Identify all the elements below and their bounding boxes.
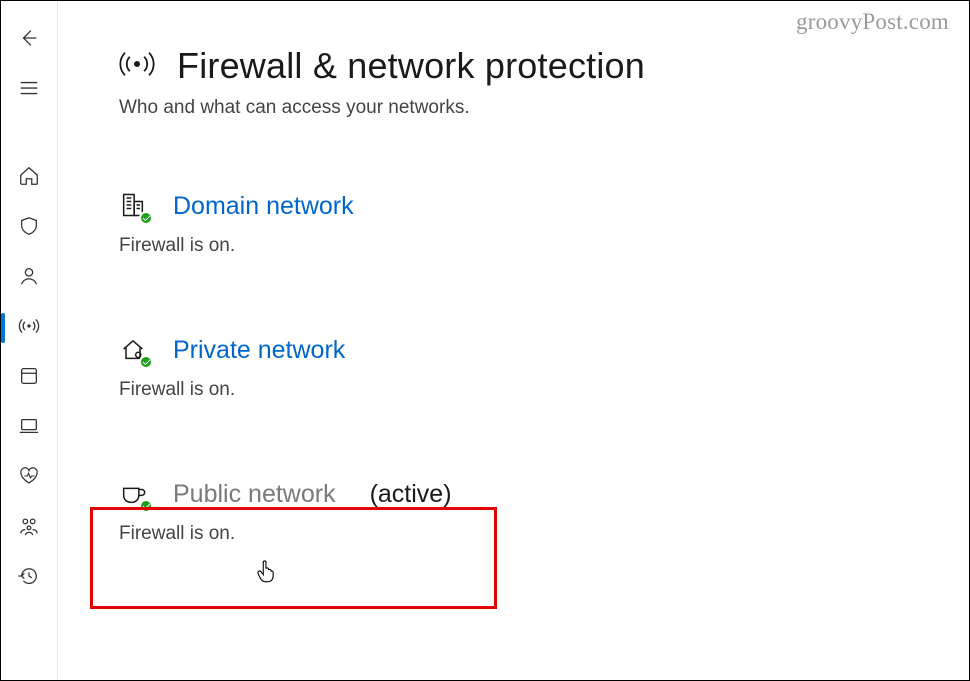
antenna-icon — [18, 315, 40, 342]
sidebar-item-device-security[interactable] — [1, 403, 57, 453]
sidebar-item-account[interactable] — [1, 253, 57, 303]
link-domain-network[interactable]: Domain network — [173, 192, 354, 221]
status-text: Firewall is on. — [119, 235, 969, 257]
page-subtitle: Who and what can access your networks. — [119, 97, 969, 119]
shield-icon — [18, 215, 40, 242]
sidebar — [1, 1, 58, 680]
sidebar-item-device-performance[interactable] — [1, 453, 57, 503]
main-content: Firewall & network protection Who and wh… — [119, 45, 969, 680]
sidebar-item-app-browser[interactable] — [1, 353, 57, 403]
status-check-icon — [139, 499, 153, 513]
section-domain-network: Domain network Firewall is on. — [119, 191, 969, 257]
sidebar-item-virus[interactable] — [1, 203, 57, 253]
status-text: Firewall is on. — [119, 379, 969, 401]
window-icon — [18, 365, 40, 392]
status-text: Firewall is on. — [119, 523, 969, 545]
history-icon — [18, 565, 40, 592]
house-network-icon — [119, 335, 149, 365]
heartbeat-icon — [18, 465, 40, 492]
antenna-icon — [119, 46, 155, 87]
section-public-network: Public network (active) Firewall is on. — [119, 479, 969, 545]
back-arrow-icon — [18, 27, 40, 54]
laptop-icon — [18, 415, 40, 442]
menu-button[interactable] — [1, 65, 57, 115]
status-check-icon — [139, 355, 153, 369]
sidebar-item-history[interactable] — [1, 553, 57, 603]
watermark-text: groovyPost.com — [796, 9, 949, 35]
status-check-icon — [139, 211, 153, 225]
building-icon — [119, 191, 149, 221]
link-public-network[interactable]: Public network — [173, 480, 336, 509]
hamburger-icon — [18, 77, 40, 104]
section-private-network: Private network Firewall is on. — [119, 335, 969, 401]
sidebar-item-home[interactable] — [1, 153, 57, 203]
active-suffix: (active) — [370, 480, 452, 509]
page-header: Firewall & network protection — [119, 45, 969, 87]
page-title: Firewall & network protection — [177, 45, 645, 87]
back-button[interactable] — [1, 15, 57, 65]
sidebar-item-firewall[interactable] — [1, 303, 57, 353]
coffee-icon — [119, 479, 149, 509]
link-private-network[interactable]: Private network — [173, 336, 345, 365]
family-icon — [18, 515, 40, 542]
home-icon — [18, 165, 40, 192]
sidebar-item-family[interactable] — [1, 503, 57, 553]
account-icon — [18, 265, 40, 292]
